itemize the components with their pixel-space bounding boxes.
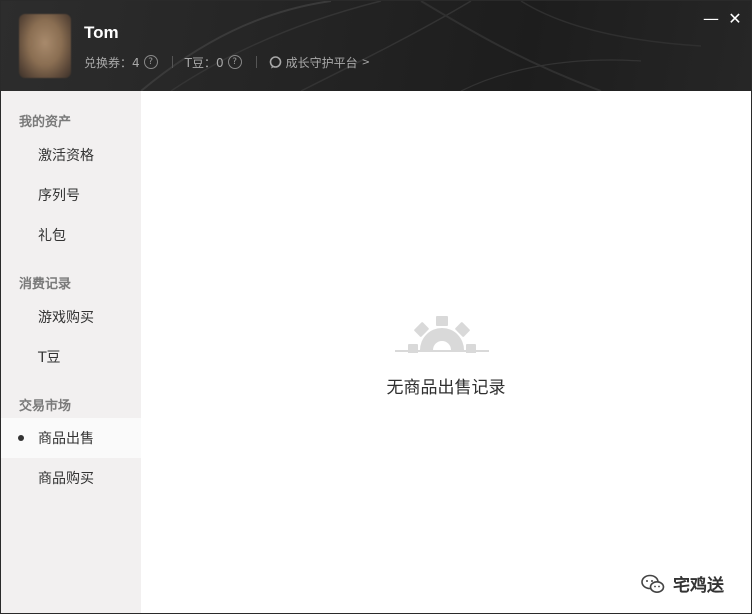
chevron-right-icon: > bbox=[361, 56, 371, 68]
sidebar-item-label: 游戏购买 bbox=[38, 310, 94, 326]
wechat-icon bbox=[641, 574, 665, 593]
username: Tom bbox=[84, 23, 119, 42]
sidebar-item-sell[interactable]: 商品出售 bbox=[1, 418, 141, 458]
sidebar-item-buy[interactable]: 商品购买 bbox=[1, 458, 141, 498]
sidebar-item-label: T豆 bbox=[38, 350, 61, 366]
app-window: Tom 兑换券：4 ? T豆：0 ? 成长守护平台 > — ✕ 我的资产 激活资… bbox=[0, 0, 752, 614]
sidebar-item-label: 激活资格 bbox=[38, 148, 94, 164]
sidebar-item-serial[interactable]: 序列号 bbox=[1, 175, 141, 215]
coupon-help-icon[interactable]: ? bbox=[143, 55, 158, 69]
sidebar-item-gift[interactable]: 礼包 bbox=[1, 215, 141, 255]
sidebar: 我的资产 激活资格 序列号 礼包 消费记录 游戏购买 T豆 交易市场 商品出售 … bbox=[1, 91, 141, 613]
minimize-button[interactable]: — bbox=[703, 11, 719, 27]
avatar[interactable] bbox=[19, 14, 71, 78]
section-title-assets: 我的资产 bbox=[19, 115, 72, 130]
coupon-label: 兑换券：4 bbox=[84, 55, 140, 70]
stats-divider bbox=[255, 56, 257, 68]
sidebar-item-label: 商品购买 bbox=[38, 471, 94, 487]
tbean-label: T豆：0 bbox=[184, 55, 224, 70]
coupon-stat: 兑换券：4 ? bbox=[84, 54, 158, 71]
tbean-stat: T豆：0 ? bbox=[185, 54, 242, 71]
watermark-text: 宅鸡送 bbox=[673, 576, 724, 596]
close-button[interactable]: ✕ bbox=[727, 11, 743, 27]
sidebar-item-label: 礼包 bbox=[38, 228, 66, 244]
gear-icon bbox=[395, 316, 489, 353]
header-background-pattern bbox=[140, 1, 702, 91]
header-bar: Tom 兑换券：4 ? T豆：0 ? 成长守护平台 > — ✕ bbox=[1, 1, 751, 91]
active-bullet-icon bbox=[18, 435, 24, 441]
chat-bubble-icon bbox=[269, 55, 281, 68]
sidebar-item-game-purchase[interactable]: 游戏购买 bbox=[1, 297, 141, 337]
sidebar-item-activation[interactable]: 激活资格 bbox=[1, 135, 141, 175]
sidebar-item-label: 序列号 bbox=[38, 188, 80, 204]
sidebar-item-tbean[interactable]: T豆 bbox=[1, 337, 141, 377]
section-title-consumption: 消费记录 bbox=[19, 277, 72, 292]
watermark: 宅鸡送 bbox=[641, 571, 724, 596]
stats-divider bbox=[171, 56, 173, 68]
user-stats: 兑换券：4 ? T豆：0 ? 成长守护平台 > bbox=[84, 53, 370, 71]
section-title-market: 交易市场 bbox=[19, 399, 72, 414]
empty-state-message: 无商品出售记录 bbox=[386, 378, 506, 398]
platform-link-label: 成长守护平台 bbox=[285, 55, 358, 70]
platform-link[interactable]: 成长守护平台 > bbox=[269, 54, 370, 71]
tbean-help-icon[interactable]: ? bbox=[227, 55, 242, 69]
sidebar-item-label: 商品出售 bbox=[38, 431, 94, 447]
main-content: 无商品出售记录 宅鸡送 bbox=[141, 91, 751, 613]
